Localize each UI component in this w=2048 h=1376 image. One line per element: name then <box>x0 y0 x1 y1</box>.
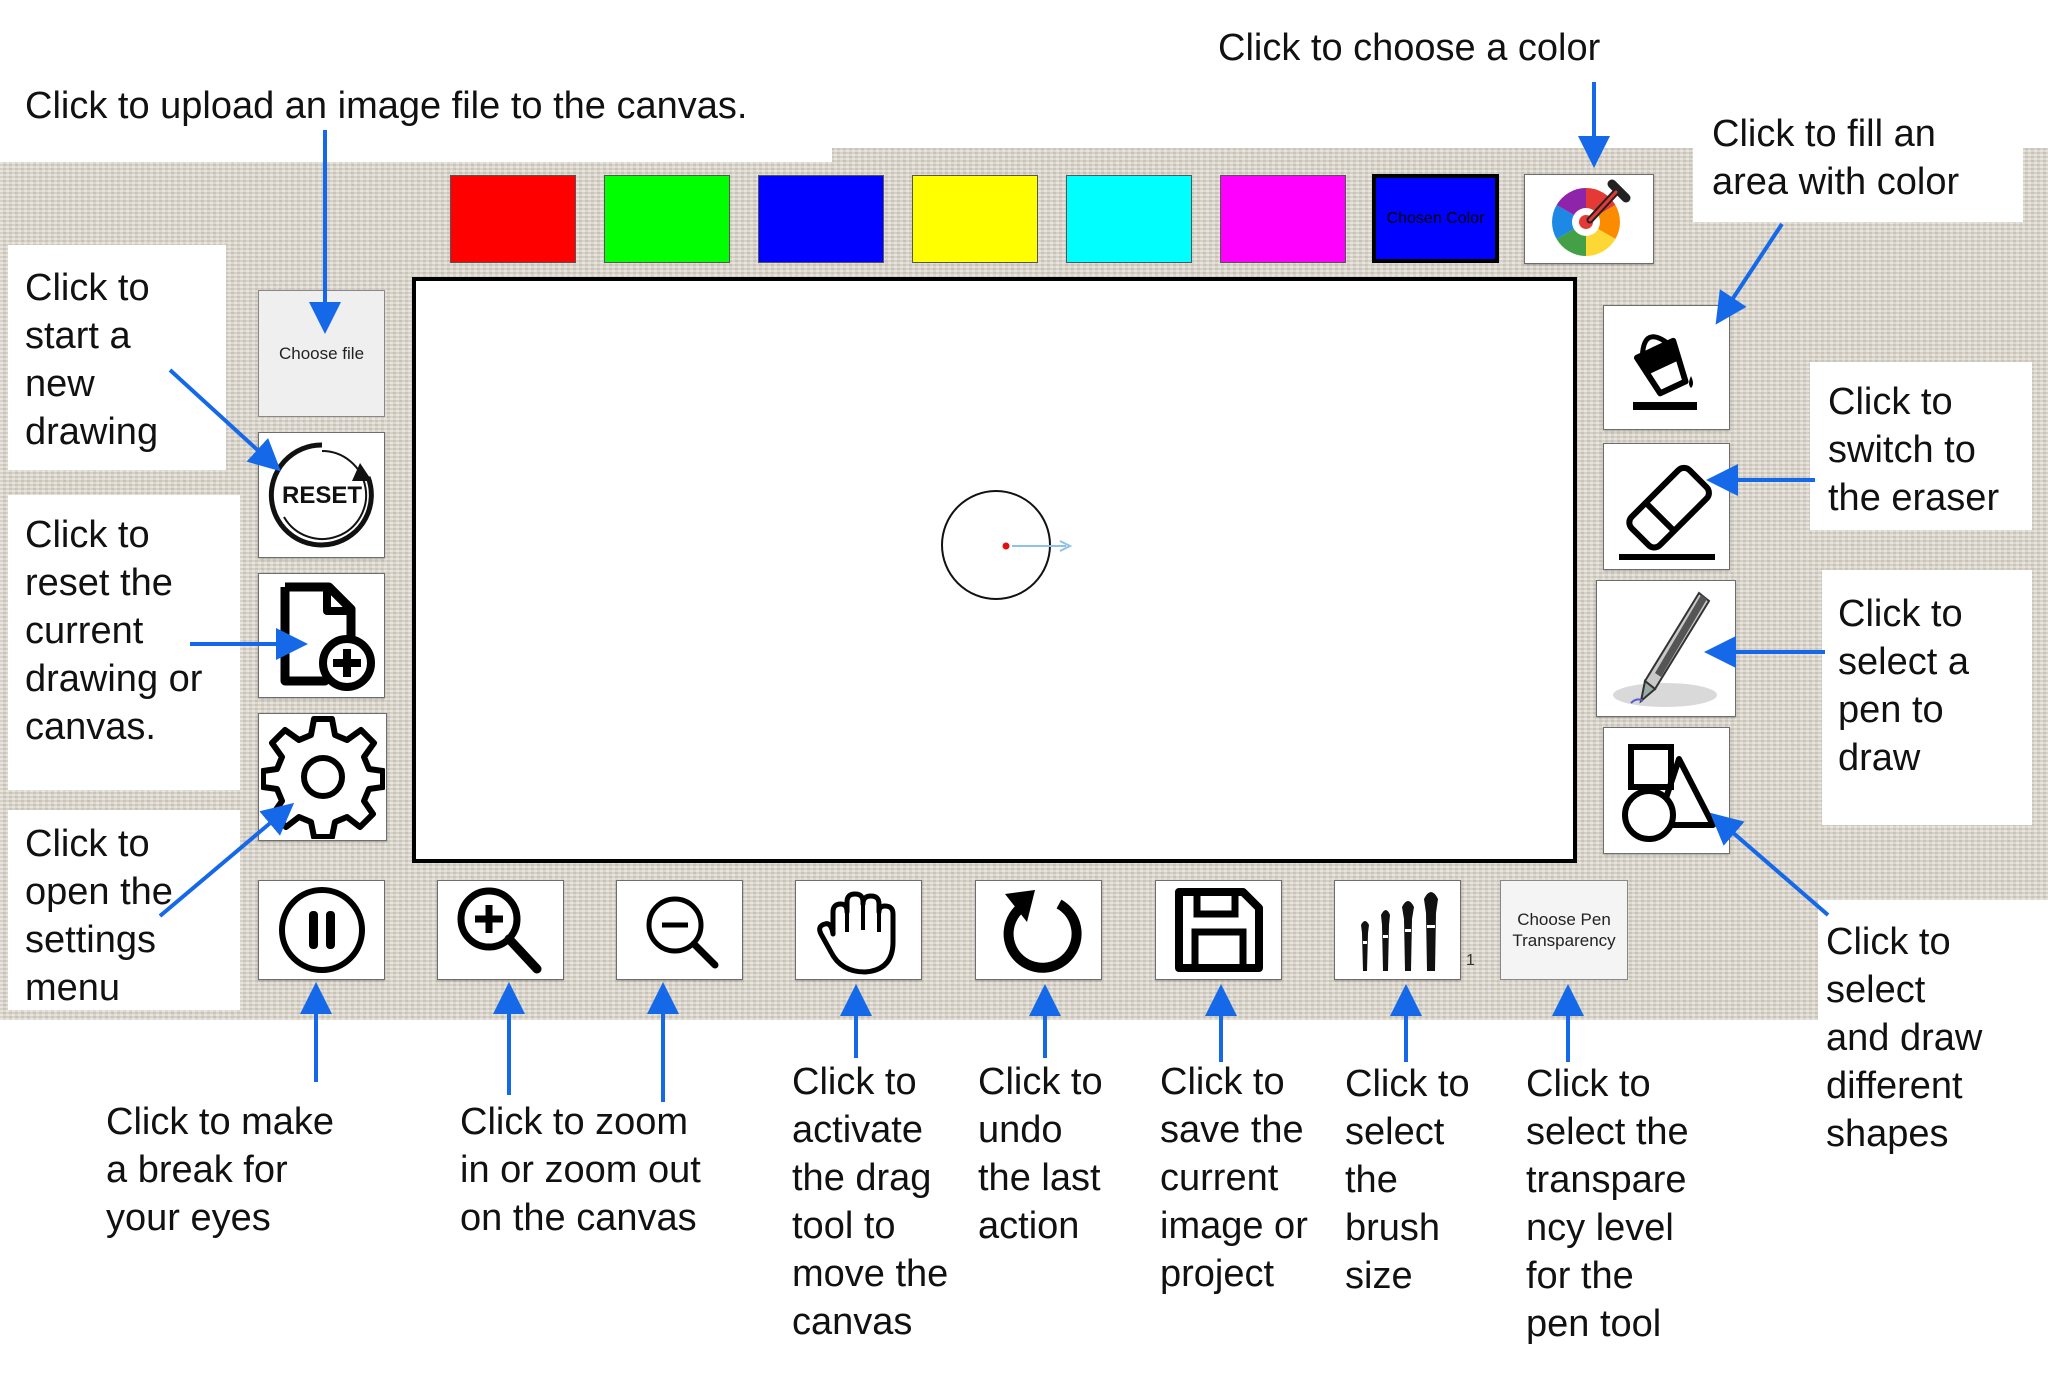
reset-label: RESET <box>281 482 361 509</box>
brush-size-button[interactable] <box>1334 880 1461 980</box>
color-wheel-dropper-icon <box>1552 179 1631 256</box>
annotation-choose-color: Click to choose a color <box>1218 27 1601 69</box>
pen-transparency-button[interactable]: Choose Pen Transparency <box>1500 880 1628 980</box>
break-button[interactable] <box>258 880 385 980</box>
reset-canvas-button[interactable] <box>258 573 385 698</box>
annotation-settings: Click to open the settings menu <box>25 823 173 1009</box>
annotation-reset: Click to reset the current drawing or ca… <box>25 514 203 748</box>
undo-icon <box>1003 890 1082 973</box>
save-button[interactable] <box>1155 880 1282 980</box>
reset-circle-icon: RESET <box>268 442 374 548</box>
annotation-undo: Click to undo the last action <box>978 1061 1103 1247</box>
annotation-save: Click to save the current image or proje… <box>1160 1061 1308 1295</box>
annotation-brush: Click to select the brush size <box>1345 1063 1470 1297</box>
floppy-disk-icon <box>1174 888 1263 972</box>
color-swatch-yellow[interactable] <box>912 175 1038 263</box>
shapes-icon <box>1621 743 1716 842</box>
choose-file-button[interactable]: Choose file <box>258 290 385 417</box>
settings-button[interactable] <box>258 713 387 841</box>
zoom-out-icon <box>646 896 718 969</box>
zoom-in-button[interactable] <box>437 880 564 980</box>
zoom-in-icon <box>457 887 541 974</box>
pause-icon <box>278 887 365 973</box>
eraser-icon <box>1618 464 1715 560</box>
annotation-new-drawing: Click to start a new drawing <box>25 267 159 453</box>
annotation-pen: Click to select a pen to draw <box>1838 593 1969 779</box>
pen-button[interactable] <box>1596 580 1736 717</box>
color-picker-button[interactable] <box>1524 174 1654 264</box>
annotation-eraser: Click to switch to the eraser <box>1828 381 2000 519</box>
fill-button[interactable] <box>1603 305 1730 430</box>
gear-icon <box>260 716 385 839</box>
drag-button[interactable] <box>795 880 922 980</box>
new-document-icon <box>280 582 375 691</box>
annotation-drag: Click to activate the drag tool to move … <box>792 1061 949 1343</box>
hand-icon <box>816 891 895 975</box>
annotation-zoom: Click to zoom in or zoom out on the canv… <box>460 1101 701 1239</box>
annotation-upload: Click to upload an image file to the can… <box>25 85 748 127</box>
annotation-transparency: Click to select the transpare ncy level … <box>1526 1063 1689 1345</box>
paint-bucket-icon <box>1632 333 1697 410</box>
chosen-color-button[interactable]: Chosen Color <box>1372 174 1499 263</box>
color-swatch-blue[interactable] <box>758 175 884 263</box>
pen-icon <box>1613 591 1717 707</box>
color-swatch-magenta[interactable] <box>1220 175 1346 263</box>
color-swatch-green[interactable] <box>604 175 730 263</box>
brush-cursor <box>941 490 1073 600</box>
annotation-fill: Click to fill an area with color <box>1712 113 1960 203</box>
eraser-button[interactable] <box>1603 443 1730 570</box>
color-swatch-red[interactable] <box>450 175 576 263</box>
shapes-button[interactable] <box>1603 727 1730 854</box>
brushes-icon <box>1360 892 1438 971</box>
new-drawing-button[interactable]: RESET <box>258 432 385 558</box>
drawing-canvas[interactable] <box>412 277 1577 863</box>
zoom-out-button[interactable] <box>616 880 743 980</box>
app-stage: Click to upload an image file to the can… <box>0 0 2048 1376</box>
annotation-break: Click to make a break for your eyes <box>106 1101 335 1239</box>
undo-button[interactable] <box>975 880 1102 980</box>
annotation-shapes: Click to select and draw different shape… <box>1826 921 1983 1155</box>
color-swatch-cyan[interactable] <box>1066 175 1192 263</box>
brush-size-value: 1 <box>1466 952 1475 969</box>
